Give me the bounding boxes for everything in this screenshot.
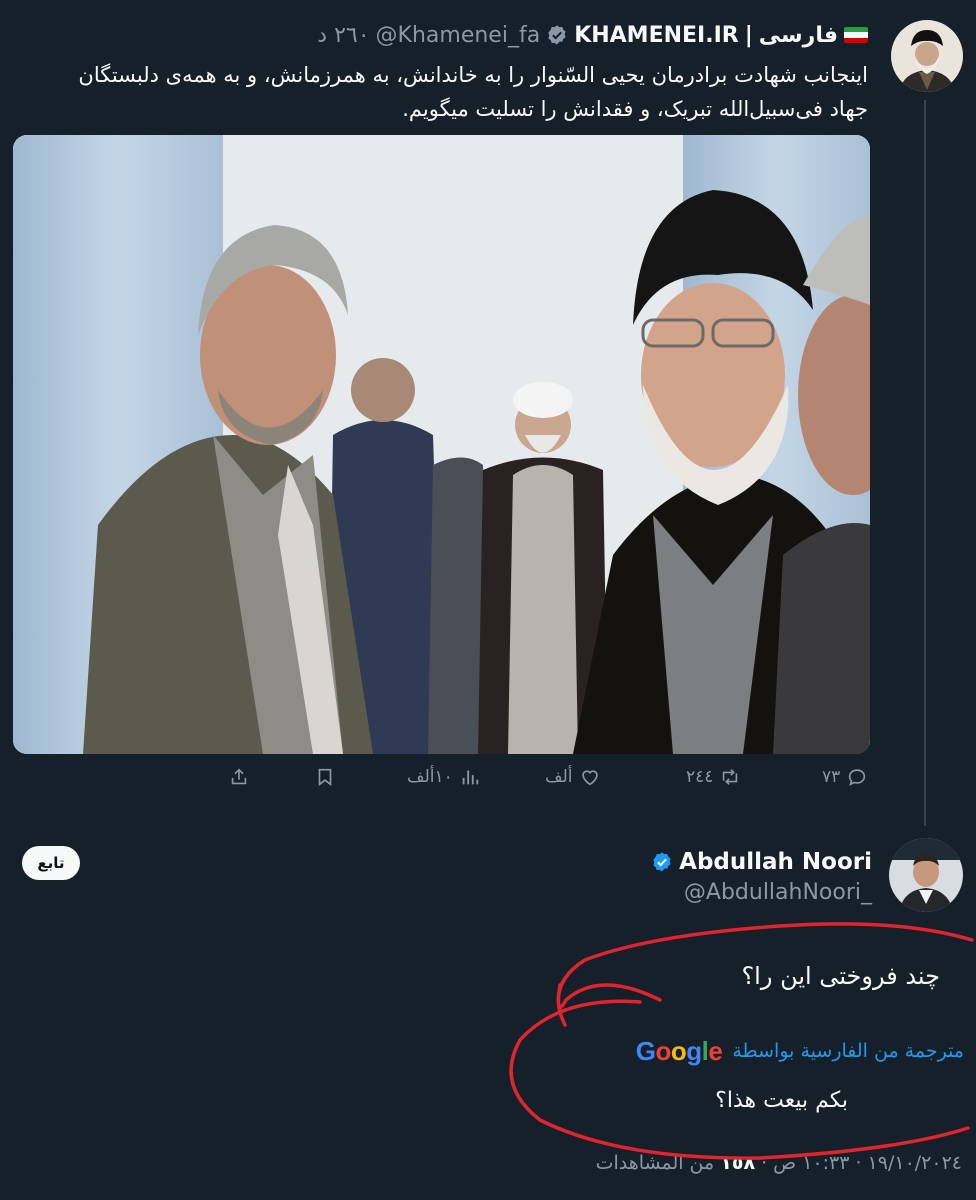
repost-count: ٢٤٤ (686, 767, 714, 787)
tweet2-views-label: من المشاهدات (595, 1152, 715, 1174)
tweet1-timestamp[interactable]: ٢٦٠ د (317, 23, 369, 48)
reply-icon (849, 769, 866, 786)
google-logo-letter: e (708, 1035, 723, 1066)
tweet1-photo[interactable] (13, 135, 870, 754)
google-logo: Google (636, 1036, 723, 1067)
google-logo-letter: g (686, 1035, 702, 1066)
google-logo-letter: G (635, 1035, 656, 1066)
reply-button[interactable]: ٧٣ (822, 766, 868, 788)
like-count: ألف (545, 767, 573, 787)
thread-connector-line (924, 100, 926, 826)
tweet1-action-bar: ٧٣ ٢٤٤ ألف ١٠ألف (0, 760, 976, 800)
reply-count: ٧٣ (822, 767, 841, 787)
translated-by-label: مترجمة من الفارسية بواسطة (732, 1040, 964, 1062)
translation-attribution[interactable]: مترجمة من الفارسية بواسطة Google (636, 1034, 964, 1068)
tweet2-translation: بكم بيعت هذا؟ (715, 1088, 848, 1113)
google-logo-letter: o (655, 1035, 671, 1066)
views-icon (462, 770, 479, 785)
abdullah-noori-avatar[interactable] (889, 838, 963, 912)
follow-button[interactable]: تابع (22, 846, 80, 880)
tweet2-handle[interactable]: @AbdullahNoori_ (684, 880, 872, 905)
tweet1-text-line: اینجانب شهادت برادرمان یحیی السّنوار را … (78, 63, 868, 87)
tweet1-header: فارسی | KHAMENEI.IR @Khamenei_fa ٢٦٠ د (317, 18, 868, 52)
tweet1-display-name[interactable]: KHAMENEI.IR (574, 23, 739, 48)
tweet2-text: چند فروختی این را؟ (741, 962, 940, 990)
like-icon (581, 770, 598, 786)
tweet1-text: اینجانب شهادت برادرمان یحیی السّنوار را … (18, 58, 868, 126)
tweet2-name-row: Abdullah Noori (651, 846, 872, 878)
tweet1-text-line: جهاد فی‌سبیل‌الله تبریک، و فقدانش را تسل… (402, 97, 868, 121)
tweet2-timestamp[interactable]: ١٩/١٠/٢٠٢٤ · ١٠:٣٣ ص · (761, 1152, 962, 1174)
tweet1-name-separator: | (744, 22, 753, 48)
share-icon (231, 768, 247, 785)
tweet2-display-name[interactable]: Abdullah Noori (679, 849, 872, 875)
iran-flag-icon (844, 27, 868, 43)
views-button[interactable]: ١٠ألف (407, 766, 481, 788)
share-button[interactable] (228, 766, 250, 788)
tweet2-views-count: ١٥٨ (720, 1152, 756, 1174)
views-count: ١٠ألف (407, 767, 453, 787)
bookmark-button[interactable] (314, 766, 336, 788)
verified-badge-icon (651, 851, 673, 873)
verified-badge-icon (546, 24, 568, 46)
bookmark-icon (318, 768, 332, 786)
repost-button[interactable]: ٢٤٤ (686, 766, 741, 788)
tweet1-handle[interactable]: @Khamenei_fa (376, 23, 541, 48)
tweet1-lang-label: فارسی (758, 22, 838, 48)
tweet2-meta: ١٩/١٠/٢٠٢٤ · ١٠:٣٣ ص · ١٥٨ من المشاهدات (596, 1152, 962, 1174)
repost-icon (723, 769, 738, 785)
google-logo-letter: o (670, 1035, 687, 1066)
like-button[interactable]: ألف (545, 766, 601, 788)
khamenei-avatar[interactable] (891, 20, 963, 92)
